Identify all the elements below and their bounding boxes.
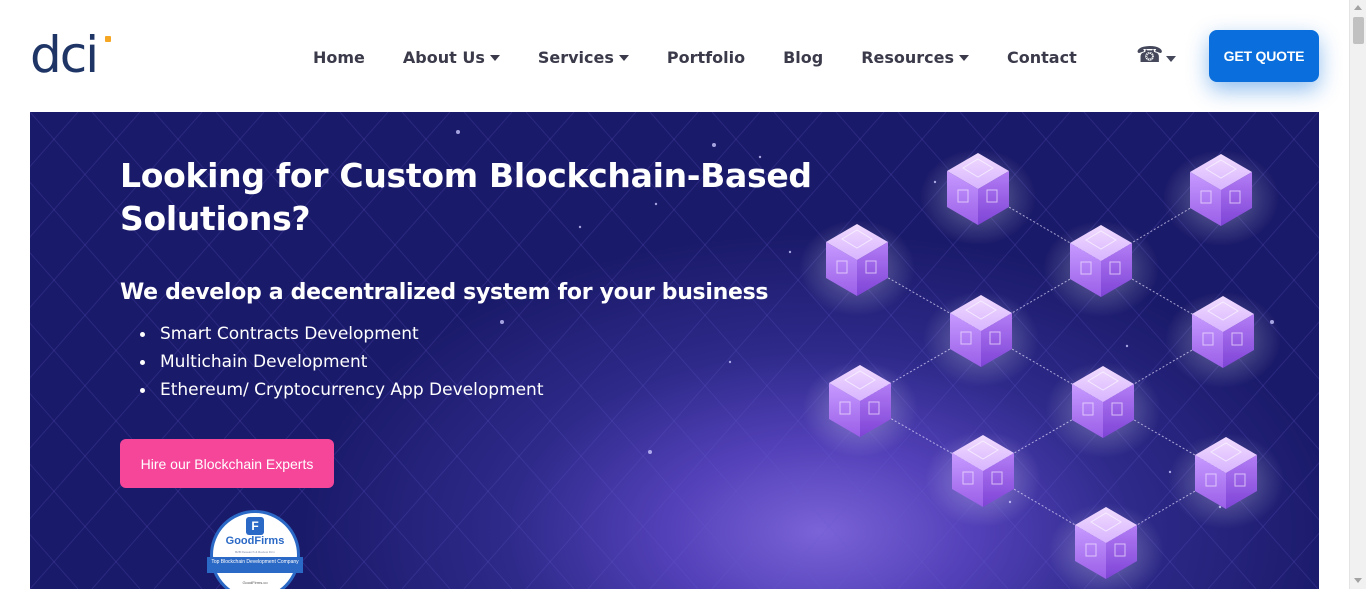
nav-item-services[interactable]: Services [538, 48, 629, 67]
blockchain-cube [1168, 433, 1284, 529]
blockchain-cube [1048, 503, 1164, 589]
nav-item-contact[interactable]: Contact [1007, 48, 1077, 67]
blockchain-cube [1045, 362, 1161, 458]
goodfirms-badge[interactable]: F GoodFirms B2B Research & Review Firm T… [207, 510, 303, 589]
nav-item-label: Resources [861, 47, 955, 67]
nav-item-label: Services [537, 47, 614, 67]
blockchain-cube [920, 149, 1036, 245]
hero-subtitle: We develop a decentralized system for yo… [120, 280, 769, 305]
nav-item-about-us[interactable]: About Us [403, 48, 500, 67]
nav-item-portfolio[interactable]: Portfolio [667, 48, 745, 67]
nav-item-label: Portfolio [666, 47, 746, 67]
badge-site: GoodFirms.co [242, 580, 268, 585]
list-item: Smart Contracts Development [140, 320, 544, 348]
main-nav: Home About Us Services Portfolio Blog Re… [313, 46, 1115, 68]
phone-icon: ☎ [1136, 43, 1164, 68]
blockchain-cube [1163, 150, 1279, 246]
goodfirms-logo-icon: F [246, 517, 264, 535]
nav-item-blog[interactable]: Blog [783, 48, 823, 67]
scroll-down-arrow-icon[interactable] [1354, 578, 1362, 583]
blockchain-cube [1165, 292, 1281, 388]
vertical-scrollbar[interactable] [1349, 0, 1366, 589]
hero-banner: Looking for Custom Blockchain-Based Solu… [30, 112, 1319, 589]
nav-item-resources[interactable]: Resources [861, 47, 970, 67]
logo-text: dci [30, 26, 99, 84]
blockchain-cube [802, 361, 918, 457]
caret-down-icon [1166, 55, 1177, 62]
badge-tagline: B2B Research & Review Firm [235, 550, 275, 554]
caret-down-icon [618, 54, 629, 61]
badge-ribbon: Top Blockchain Development Company [207, 557, 303, 573]
site-header: dci Home About Us Services Portfolio Blo… [0, 0, 1349, 112]
hire-experts-button[interactable]: Hire our Blockchain Experts [120, 439, 334, 488]
nav-item-label: Contact [1007, 47, 1077, 67]
services-list: Smart Contracts Development Multichain D… [140, 320, 544, 404]
caret-down-icon [489, 54, 500, 61]
nav-item-label: About Us [402, 47, 485, 67]
hero-title: Looking for Custom Blockchain-Based Solu… [120, 156, 812, 238]
page: dci Home About Us Services Portfolio Blo… [0, 0, 1366, 589]
dci-logo[interactable]: dci [30, 26, 111, 84]
phone-dropdown[interactable]: ☎ [1136, 43, 1177, 68]
scroll-up-arrow-icon[interactable] [1354, 5, 1362, 10]
get-quote-button[interactable]: GET QUOTE [1209, 30, 1319, 82]
blockchain-cube [1043, 221, 1159, 317]
list-item: Ethereum/ Cryptocurrency App Development [140, 376, 544, 404]
scroll-thumb[interactable] [1353, 17, 1364, 44]
list-item: Multichain Development [140, 348, 544, 376]
nav-item-label: Blog [783, 47, 824, 67]
blockchain-cube [925, 431, 1041, 527]
badge-name: GoodFirms [225, 535, 285, 547]
logo-accent-dot [105, 36, 111, 42]
blockchain-cube [923, 291, 1039, 387]
nav-item-label: Home [313, 47, 365, 67]
nav-item-home[interactable]: Home [313, 48, 365, 67]
caret-down-icon [959, 54, 970, 61]
